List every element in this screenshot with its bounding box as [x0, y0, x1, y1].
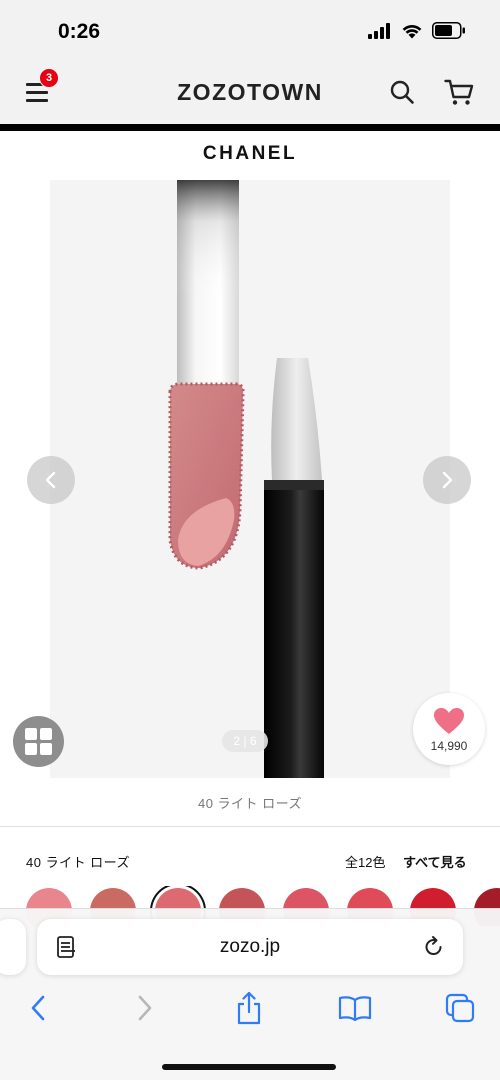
status-icons [368, 22, 466, 39]
share-icon [237, 991, 261, 1025]
image-grid-button[interactable] [13, 716, 64, 767]
brand-name[interactable]: CHANEL [0, 143, 500, 165]
image-page-indicator: 2 | 6 [222, 730, 268, 752]
status-bar: 0:26 [0, 0, 500, 62]
site-logo[interactable]: ZOZOTOWN [0, 79, 500, 106]
grid-icon [25, 728, 37, 740]
chevron-right-icon [442, 471, 453, 489]
signal-icon [368, 22, 390, 39]
selected-color-label: 40 ライト ローズ [26, 855, 131, 870]
chevron-left-icon [45, 471, 56, 489]
section-divider [0, 826, 500, 827]
url-text[interactable]: zozo.jp [37, 936, 463, 958]
share-button[interactable] [229, 990, 269, 1026]
heart-icon [434, 708, 464, 734]
cart-button[interactable] [444, 78, 474, 106]
home-indicator [162, 1064, 336, 1070]
favorite-button[interactable]: 14,990 [413, 693, 485, 765]
see-all-colors-link[interactable]: すべて見る [403, 852, 467, 871]
forward-button[interactable] [125, 990, 165, 1026]
forward-icon [138, 995, 152, 1021]
next-image-button[interactable] [423, 456, 471, 504]
favorite-count: 14,990 [430, 739, 468, 753]
previous-tab-preview[interactable] [0, 919, 26, 975]
status-time: 0:26 [58, 20, 101, 43]
color-count: 全12色 [345, 855, 386, 870]
back-button[interactable] [18, 990, 58, 1026]
previous-image-button[interactable] [27, 456, 75, 504]
address-bar[interactable]: zozo.jp [37, 919, 463, 975]
back-icon [31, 995, 45, 1021]
tabs-button[interactable] [440, 990, 480, 1026]
search-icon [390, 80, 414, 104]
header-divider [0, 124, 500, 131]
bookmarks-button[interactable] [335, 990, 375, 1026]
reload-icon[interactable] [423, 935, 445, 959]
bookmarks-icon [338, 996, 372, 1021]
product-photo [168, 180, 324, 778]
product-image[interactable] [50, 180, 450, 778]
battery-icon [432, 22, 465, 39]
search-button[interactable] [389, 79, 415, 105]
image-color-caption: 40 ライト ローズ [197, 796, 303, 811]
tabs-icon [445, 993, 475, 1023]
wifi-icon [402, 24, 422, 38]
cart-icon [444, 79, 474, 105]
